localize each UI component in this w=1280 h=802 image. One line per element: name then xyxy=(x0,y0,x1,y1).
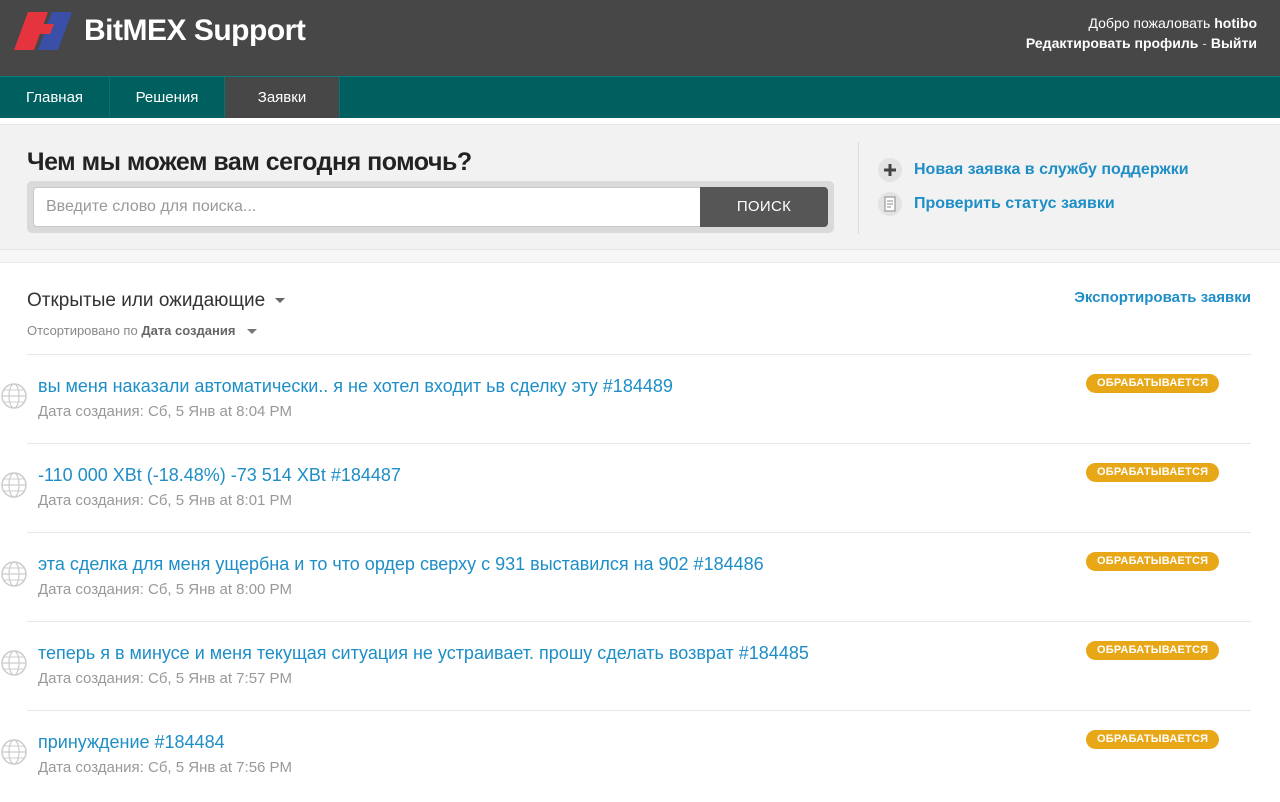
status-badge: ОБРАБАТЫВАЕТСЯ xyxy=(1086,552,1220,571)
sort-field: Дата создания xyxy=(141,323,236,338)
search-button[interactable]: ПОИСК xyxy=(700,187,828,227)
sort-prefix: Отсортировано по xyxy=(27,323,138,338)
username: hotibo xyxy=(1214,15,1257,31)
chevron-down-icon xyxy=(275,298,286,304)
globe-icon xyxy=(1,650,27,676)
filter-label: Открытые или ожидающие xyxy=(27,290,266,311)
chevron-down-icon xyxy=(247,329,258,335)
ticket-title-link[interactable]: вы меня наказали автоматически.. я не хо… xyxy=(38,376,673,397)
ticket-title-link[interactable]: -110 000 XBt (-18.48%) -73 514 XBt #1844… xyxy=(38,465,401,486)
document-icon xyxy=(878,192,902,216)
ticket-title-link[interactable]: теперь я в минусе и меня текущая ситуаци… xyxy=(38,643,809,664)
user-welcome: Добро пожаловать hotibo Редактировать пр… xyxy=(1026,13,1257,53)
globe-icon xyxy=(1,739,27,765)
ticket-date: Дата создания: Сб, 5 Янв at 7:56 PM xyxy=(38,759,293,776)
link-separator: - xyxy=(1198,35,1211,51)
ticket-filter-dropdown[interactable]: Открытые или ожидающие xyxy=(27,290,286,312)
new-ticket-label: Новая заявка в службу поддержки xyxy=(914,161,1189,178)
check-status-label: Проверить статус заявки xyxy=(914,195,1115,212)
main-nav: Главная Решения Заявки xyxy=(0,76,1280,118)
ticket-row[interactable]: принуждение #184484 Дата создания: Сб, 5… xyxy=(1,710,1251,799)
search-input[interactable] xyxy=(33,187,701,227)
tab-home[interactable]: Главная xyxy=(0,77,110,118)
ticket-row[interactable]: эта сделка для меня ущербна и то что орд… xyxy=(1,532,1251,621)
ticket-date: Дата создания: Сб, 5 Янв at 7:57 PM xyxy=(38,670,293,687)
export-tickets-link[interactable]: Экспортировать заявки xyxy=(1074,289,1251,306)
globe-icon xyxy=(1,561,27,587)
status-badge: ОБРАБАТЫВАЕТСЯ xyxy=(1086,463,1220,482)
globe-icon xyxy=(1,472,27,498)
globe-icon xyxy=(1,383,27,409)
plus-icon xyxy=(878,158,902,182)
ticket-date: Дата создания: Сб, 5 Янв at 8:01 PM xyxy=(38,492,293,509)
logout-link[interactable]: Выйти xyxy=(1211,35,1257,51)
welcome-text: Добро пожаловать xyxy=(1088,15,1211,31)
status-badge: ОБРАБАТЫВАЕТСЯ xyxy=(1086,641,1220,660)
band-divider-strip xyxy=(0,250,1280,263)
sort-dropdown[interactable]: Отсортировано по Дата создания xyxy=(27,323,258,338)
ticket-date: Дата создания: Сб, 5 Янв at 8:04 PM xyxy=(38,403,293,420)
bitmex-logo-icon[interactable] xyxy=(14,12,72,50)
ticket-row[interactable]: вы меня наказали автоматически.. я не хо… xyxy=(1,354,1251,443)
vertical-divider xyxy=(858,142,859,234)
brand-title[interactable]: BitMEX Support xyxy=(84,14,306,48)
ticket-title-link[interactable]: принуждение #184484 xyxy=(38,732,225,753)
help-heading: Чем мы можем вам сегодня помочь? xyxy=(27,148,472,176)
ticket-date: Дата создания: Сб, 5 Янв at 8:00 PM xyxy=(38,581,293,598)
tab-tickets[interactable]: Заявки xyxy=(225,77,340,118)
top-header: BitMEX Support Добро пожаловать hotibo Р… xyxy=(0,0,1280,76)
ticket-row[interactable]: теперь я в минусе и меня текущая ситуаци… xyxy=(1,621,1251,710)
status-badge: ОБРАБАТЫВАЕТСЯ xyxy=(1086,374,1220,393)
status-badge: ОБРАБАТЫВАЕТСЯ xyxy=(1086,730,1220,749)
edit-profile-link[interactable]: Редактировать профиль xyxy=(1026,35,1199,51)
tab-solutions[interactable]: Решения xyxy=(110,77,225,118)
ticket-title-link[interactable]: эта сделка для меня ущербна и то что орд… xyxy=(38,554,764,575)
ticket-row[interactable]: -110 000 XBt (-18.48%) -73 514 XBt #1844… xyxy=(1,443,1251,532)
